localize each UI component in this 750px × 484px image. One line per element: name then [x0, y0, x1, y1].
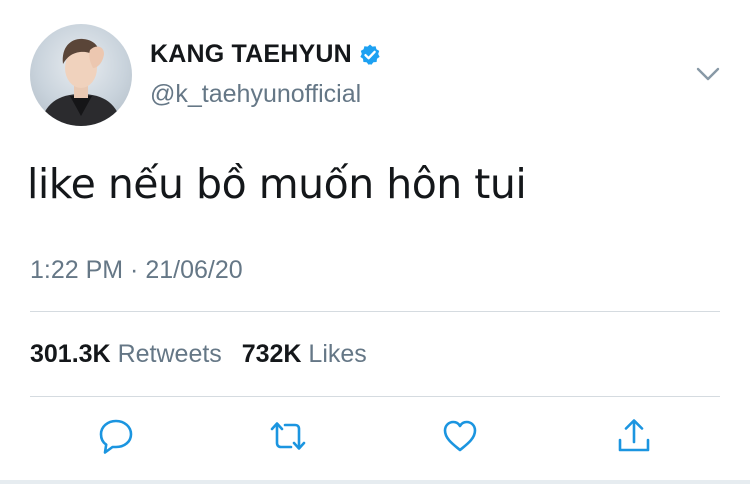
- avatar[interactable]: [30, 24, 132, 126]
- divider: [30, 311, 720, 312]
- author-handle[interactable]: @k_taehyunofficial: [150, 80, 361, 109]
- tweet-stats: 301.3K Retweets 732K Likes: [30, 340, 367, 369]
- tweet-timestamp[interactable]: 1:22 PM · 21/06/20: [30, 256, 243, 285]
- retweet-button[interactable]: [268, 416, 312, 460]
- reply-button[interactable]: [96, 416, 140, 460]
- share-button[interactable]: [614, 416, 658, 460]
- author-display-name[interactable]: KANG TAEHYUN: [150, 40, 352, 69]
- share-arrow-icon: [618, 419, 650, 452]
- author-name-row: KANG TAEHYUN: [150, 40, 382, 69]
- chevron-down-icon[interactable]: [694, 62, 722, 86]
- speech-bubble-icon: [99, 419, 133, 454]
- retweets-stat[interactable]: 301.3K Retweets: [30, 340, 229, 368]
- bottom-border: [0, 480, 750, 484]
- retweets-count: 301.3K: [30, 340, 111, 368]
- likes-label: Likes: [308, 340, 367, 368]
- likes-count: 732K: [241, 340, 302, 368]
- heart-icon: [443, 420, 477, 452]
- tweet-text: like nếu bồ muốn hôn tui: [27, 160, 527, 208]
- retweet-arrows-icon: [270, 422, 306, 450]
- verified-badge-icon: [358, 43, 382, 67]
- retweets-label: Retweets: [117, 340, 222, 368]
- avatar-photo: [40, 38, 122, 126]
- divider: [30, 396, 720, 397]
- likes-stat[interactable]: 732K Likes: [242, 340, 367, 368]
- tweet-actions: [0, 416, 750, 460]
- like-button[interactable]: [440, 416, 484, 460]
